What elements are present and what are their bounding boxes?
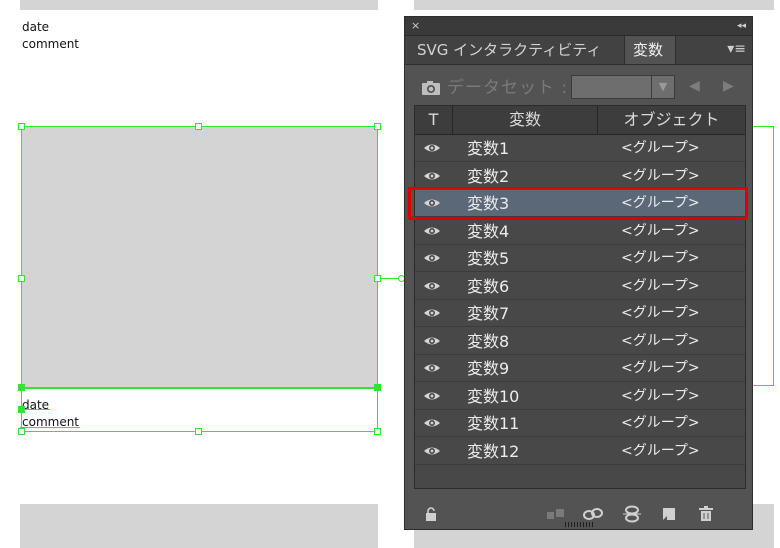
table-header: T 変数 オブジェクト [415, 106, 745, 135]
variables-table: T 変数 オブジェクト 変数1 <グループ> 変数2 <グループ> 変数3 <グループ> 変… [414, 105, 746, 489]
resize-handle[interactable] [374, 384, 381, 391]
variable-name: 変数12 [467, 441, 520, 461]
variable-object: <グループ> [621, 305, 700, 321]
panel-bottom-bar [405, 499, 752, 529]
resize-handle[interactable] [18, 275, 25, 282]
resize-handle[interactable] [195, 123, 202, 130]
table-row[interactable]: 変数8 <グループ> [415, 328, 745, 355]
artboard-bottom-left [20, 504, 378, 548]
panel-titlebar[interactable]: × ◂◂ [405, 17, 752, 36]
make-variables-icon[interactable] [545, 507, 567, 521]
eye-icon[interactable] [423, 251, 441, 265]
eye-icon[interactable] [423, 141, 441, 155]
dataset-label: データセット : [447, 78, 569, 98]
tab-svg-interactivity[interactable]: SVG インタラクティビティ [409, 36, 609, 64]
variable-object: <グループ> [621, 222, 700, 239]
artboard-top-left [20, 0, 378, 10]
variable-object: <グループ> [621, 250, 700, 266]
eye-icon[interactable] [423, 279, 441, 293]
variable-name: 変数1 [467, 139, 510, 158]
variable-object: <グループ> [621, 332, 700, 349]
variable-object: <グループ> [621, 277, 700, 294]
variable-name: 変数7 [467, 304, 510, 323]
chevron-down-icon[interactable]: ▼ [651, 76, 674, 98]
camera-icon[interactable] [421, 80, 441, 96]
column-header-variable[interactable]: 変数 [453, 106, 598, 134]
selection-box-text [21, 388, 378, 432]
next-dataset-icon[interactable]: ▶ [723, 78, 734, 94]
variable-name: 変数10 [467, 386, 520, 406]
unbind-icon[interactable] [621, 505, 643, 523]
dataset-select[interactable]: ▼ [571, 75, 675, 99]
table-row[interactable]: 変数5 <グループ> [415, 245, 745, 272]
eye-icon[interactable] [423, 389, 441, 403]
close-icon[interactable]: × [411, 18, 420, 34]
dataset-row: データセット : ▼ ◀ ▶ [405, 75, 752, 101]
resize-handle[interactable] [18, 428, 25, 435]
table-row[interactable]: 変数12 <グループ> [415, 438, 745, 465]
panel-resize-grip[interactable] [565, 522, 595, 527]
artboard-top-right [414, 0, 774, 10]
variable-object: <グループ> [621, 415, 700, 431]
resize-handle[interactable] [374, 123, 381, 130]
variables-panel: × ◂◂ SVG インタラクティビティ 変数 ▾≡ データセット : ▼ ◀ ▶… [404, 16, 753, 530]
previous-dataset-icon[interactable]: ◀ [689, 78, 700, 94]
variable-name: 変数2 [467, 166, 510, 186]
variable-object: <グループ> [621, 387, 700, 404]
panel-menu-icon[interactable]: ▾≡ [727, 41, 746, 57]
variable-name: 変数4 [467, 221, 510, 241]
resize-handle[interactable] [18, 406, 25, 413]
variable-name: 変数8 [467, 331, 510, 351]
variable-name: 変数5 [467, 249, 510, 268]
eye-icon[interactable] [423, 224, 441, 238]
new-variable-icon[interactable] [661, 506, 677, 522]
canvas-text-date[interactable]: date [22, 19, 49, 36]
trash-icon[interactable] [698, 505, 714, 522]
eye-icon[interactable] [423, 361, 441, 375]
canvas-text-comment[interactable]: comment [22, 36, 79, 53]
variable-name: 変数11 [467, 414, 520, 433]
selection-box-image [21, 126, 378, 388]
column-header-object[interactable]: オブジェクト [598, 106, 745, 134]
variable-object: <グループ> [621, 167, 700, 184]
lock-icon[interactable] [425, 507, 437, 521]
eye-icon[interactable] [423, 416, 441, 430]
table-row[interactable]: 変数10 <グループ> [415, 383, 745, 410]
resize-handle[interactable] [374, 428, 381, 435]
panel-tab-row: SVG インタラクティビティ 変数 ▾≡ [405, 36, 752, 65]
table-row[interactable]: 変数11 <グループ> [415, 410, 745, 437]
resize-handle[interactable] [18, 123, 25, 130]
column-header-type[interactable]: T [415, 106, 453, 134]
resize-handle[interactable] [374, 275, 381, 282]
variable-object: <グループ> [621, 442, 700, 459]
table-row[interactable]: 変数7 <グループ> [415, 300, 745, 327]
table-row[interactable]: 変数6 <グループ> [415, 273, 745, 300]
table-row[interactable]: 変数9 <グループ> [415, 355, 745, 382]
variable-name: 変数9 [467, 359, 510, 378]
tab-variables[interactable]: 変数 [624, 36, 676, 64]
table-row[interactable]: 変数1 <グループ> [415, 135, 745, 162]
eye-icon[interactable] [423, 306, 441, 320]
table-row[interactable]: 変数2 <グループ> [415, 163, 745, 190]
text-underline-comment [20, 427, 80, 428]
variable-object: <グループ> [621, 140, 700, 156]
variable-object: <グループ> [621, 360, 700, 376]
eye-icon[interactable] [423, 334, 441, 348]
resize-handle[interactable] [18, 384, 25, 391]
eye-icon[interactable] [423, 169, 441, 183]
table-row[interactable]: 変数4 <グループ> [415, 218, 745, 245]
collapse-icon[interactable]: ◂◂ [737, 18, 746, 34]
resize-handle[interactable] [195, 428, 202, 435]
eye-icon[interactable] [423, 444, 441, 458]
highlight-box [408, 187, 748, 220]
bind-icon[interactable] [582, 506, 604, 522]
variable-name: 変数6 [467, 276, 510, 296]
